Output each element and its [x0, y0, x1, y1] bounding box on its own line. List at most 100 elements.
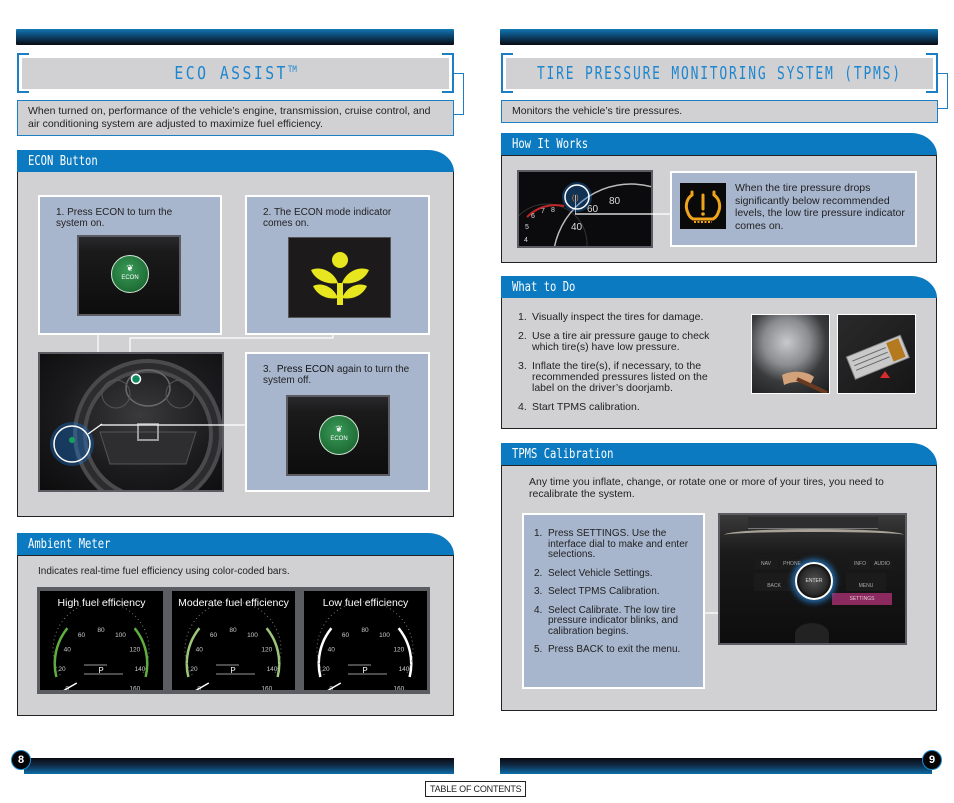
econ-indicator-icon: [311, 252, 369, 305]
menu-button: MENU: [846, 573, 886, 591]
fuel-efficiency-gauge: Low fuel efficiency020406080100120140160…: [304, 591, 427, 690]
section-title: TPMS Calibration: [512, 446, 614, 462]
svg-text:6: 6: [531, 213, 535, 220]
gauge-tick-label: 120: [261, 647, 272, 654]
calibration-steps-card: 1. Press SETTINGS. Use the interface dial…: [522, 513, 705, 689]
econ-button-header: ECON Button: [17, 150, 454, 172]
gauge-tick-label: 60: [78, 632, 86, 639]
econ-button-photo-1: ❦ ECON: [77, 235, 181, 316]
doorjamb-label-photo: [837, 314, 916, 394]
center-console-photo: NAV PHONE INFO AUDIO BACK MENU SETTINGS …: [718, 513, 907, 645]
silver-trim: [724, 529, 904, 541]
nav-button: NAV: [754, 559, 778, 569]
doorjamb-label-illustration: [845, 334, 910, 380]
step-item: 1. Press SETTINGS. Use the interface dial…: [534, 528, 699, 561]
step-number: 3.: [534, 586, 543, 597]
step-item: 5. Press BACK to exit the menu.: [534, 644, 699, 656]
intro-text: When turned on, performance of the vehic…: [17, 100, 454, 136]
top-decorative-bar-right: [500, 29, 938, 45]
gauge-tick-label: 60: [210, 632, 218, 639]
gauge-tick-label: 120: [129, 647, 140, 654]
gauge-tick-label: 80: [361, 627, 369, 634]
info-button: INFO: [850, 559, 870, 569]
step-number: 2.: [534, 567, 543, 579]
ambient-meter-header: Ambient Meter: [17, 533, 454, 555]
step-text: Press BACK to exit the menu.: [548, 644, 681, 655]
gauge-tick-label: 80: [97, 627, 105, 634]
settings-button: SETTINGS: [832, 593, 892, 605]
gauge-tick-label: 120: [393, 647, 404, 654]
tpms-indicator-tile: [680, 183, 726, 229]
step-text: Select Vehicle Settings.: [548, 567, 653, 579]
gauge-tick-label: 20: [58, 666, 66, 673]
tire-gauge-illustration: [782, 371, 828, 393]
gauge-tick-label: 140: [135, 666, 146, 673]
econ-indicator-photo: [288, 237, 391, 318]
step-3-text: 3. Press ECON again to turn the system o…: [263, 364, 410, 386]
section-title: Ambient Meter: [28, 536, 111, 552]
audio-button: AUDIO: [872, 559, 892, 569]
calibration-intro: Any time you inflate, change, or rotate …: [529, 476, 884, 500]
section-title: ECON Button: [28, 153, 98, 169]
gauge-tick-label: 60: [342, 632, 350, 639]
callout-line-tpms: [575, 195, 673, 215]
ambient-description: Indicates real-time fuel efficiency usin…: [38, 566, 290, 577]
gauge-tick-label: 40: [64, 647, 72, 654]
svg-text:7: 7: [541, 208, 545, 215]
econ-label: ECON: [330, 436, 348, 442]
dial-ticks: [316, 601, 414, 676]
gauge-tick-label: 80: [229, 627, 237, 634]
speedometer-illustration: 020406080100120140160P: [184, 601, 282, 691]
step-number: 1.: [534, 528, 543, 539]
gauge-tick-label: 40: [196, 647, 204, 654]
step-item: 3. Select TPMS Calibration.: [534, 586, 699, 598]
interface-dial: ENTER: [795, 562, 833, 600]
page-title: ECO ASSISTTM: [174, 63, 297, 84]
climate-button-row: [748, 517, 878, 529]
econ-button-icon: ❦ ECON: [111, 255, 149, 293]
page-number-right: 9: [922, 750, 942, 770]
top-decorative-bar-left: [16, 29, 454, 45]
enter-label: ENTER: [805, 578, 823, 584]
speedometer-illustration: 020406080100120140160P: [52, 601, 150, 690]
leaf-icon: ❦: [126, 263, 134, 273]
back-button: BACK: [754, 573, 794, 591]
step-number: 5.: [534, 644, 543, 655]
page-title-box: TIRE PRESSURE MONITORING SYSTEM (TPMS): [506, 58, 933, 89]
bottom-decorative-bar-left: [24, 758, 454, 774]
econ-label: ECON: [121, 275, 139, 281]
step-item: 1. Visually inspect the tires for damage.: [518, 312, 728, 323]
section-title: How It Works: [512, 136, 589, 152]
leaf-icon: ❦: [335, 424, 343, 434]
step-number: 3.: [518, 360, 527, 372]
gauge-tick-label: 20: [190, 666, 198, 673]
step-text: Use a tire air pressure gauge to check w…: [532, 330, 710, 353]
step-text: Press SETTINGS. Use the interface dial t…: [548, 528, 689, 560]
step-text: Start TPMS calibration.: [532, 401, 640, 413]
callout-line-step3: [100, 424, 248, 426]
svg-text:5: 5: [525, 224, 529, 231]
intro-text: Monitors the vehicle’s tire pressures.: [501, 100, 938, 123]
econ-button-icon: ❦ ECON: [319, 415, 359, 455]
step-item: 2. Use a tire air pressure gauge to check…: [518, 331, 728, 353]
section-title: What to Do: [512, 279, 576, 295]
gear-indicator: P: [98, 666, 103, 675]
page-number-left: 8: [11, 750, 31, 770]
gauge-tick-label: 160: [261, 686, 272, 691]
step-card-3: 3. Press ECON again to turn the system o…: [245, 352, 430, 492]
tpms-indicator-card: When the tire pressure drops significant…: [670, 171, 917, 247]
gauge-tick-label: 20: [322, 666, 330, 673]
gauge-tick-label: 140: [399, 666, 410, 673]
step-number: 4.: [534, 604, 543, 616]
gauge-tick-label: 100: [115, 632, 126, 639]
gauge-tick-label: 140: [267, 666, 278, 673]
econ-button-photo-2: ❦ ECON: [286, 395, 390, 476]
tire-gauge-photo: [751, 314, 830, 394]
step-card-2: 2. The ECON mode indicator comes on.: [245, 195, 430, 335]
step-text: Select TPMS Calibration.: [548, 586, 660, 597]
what-to-do-steps: 1. Visually inspect the tires for damage.…: [518, 312, 728, 421]
speedometer-illustration: 020406080100120140160P: [316, 601, 414, 690]
step-item: 2. Select Vehicle Settings.: [534, 567, 699, 580]
gear-indicator: P: [362, 666, 367, 675]
table-of-contents-link[interactable]: TABLE OF CONTENTS: [425, 781, 527, 797]
